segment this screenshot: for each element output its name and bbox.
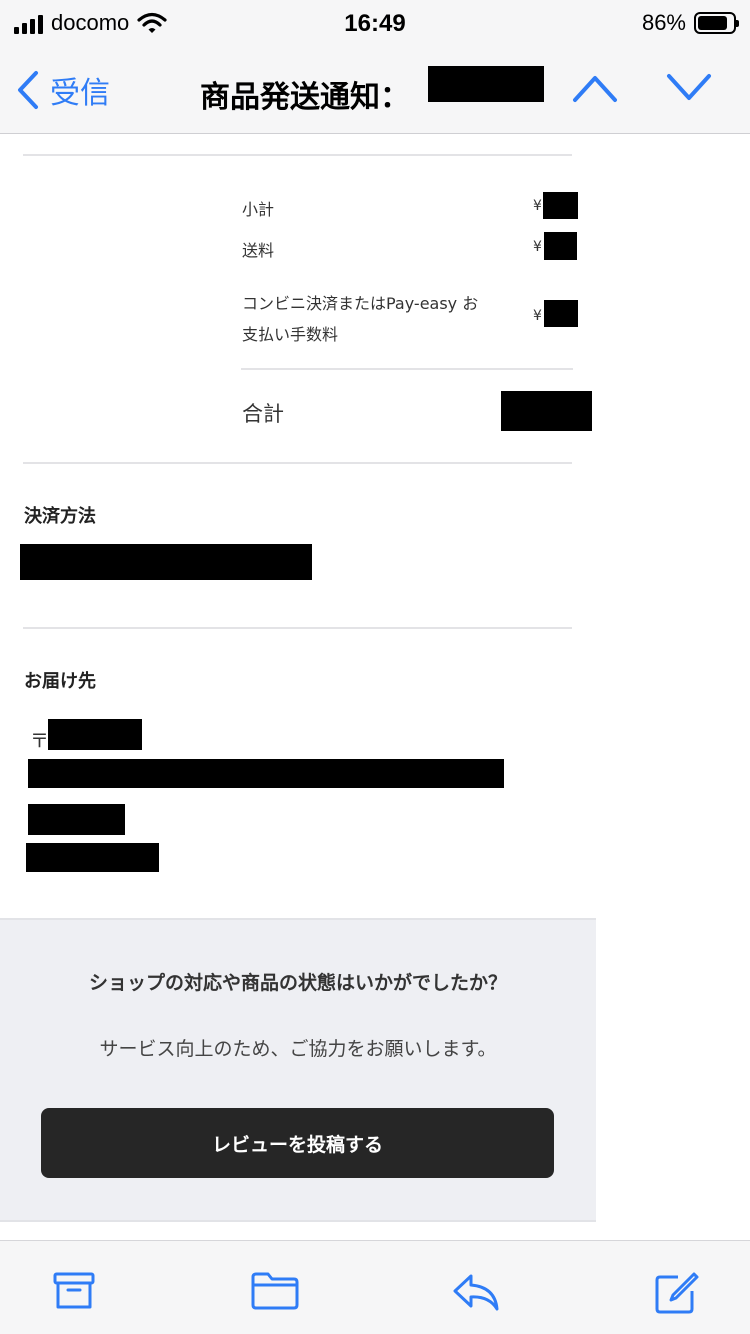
postal-mark: 〒	[30, 730, 50, 752]
review-question: ショップの対応や商品の状態はいかがでしたか？	[88, 972, 507, 994]
compose-icon[interactable]	[654, 1271, 700, 1315]
archive-icon[interactable]	[52, 1271, 96, 1311]
total-label: 合計	[242, 402, 284, 426]
post-review-button[interactable]: レビューを投稿する	[41, 1108, 554, 1178]
chevron-up-icon[interactable]	[572, 72, 618, 104]
status-bar: docomo 16:49 86%	[0, 0, 750, 50]
review-subtext: サービス向上のため、ご協力をお願いします。	[99, 1038, 497, 1060]
fee-label-line2: 支払い手数料	[242, 325, 339, 344]
shipping-currency: ¥	[533, 239, 542, 255]
payment-method-title: 決済方法	[24, 506, 96, 527]
delivery-address-title: お届け先	[24, 671, 96, 692]
redacted-subtotal	[543, 192, 578, 219]
folder-icon[interactable]	[250, 1271, 300, 1311]
redacted-phone	[26, 843, 159, 872]
subtotal-currency: ¥	[533, 198, 542, 214]
fee-label-line1: コンビニ決済またはPay-easy お	[242, 294, 479, 313]
battery-icon	[694, 12, 739, 34]
message-subject: 商品発送通知：	[200, 80, 410, 115]
redacted-subject	[428, 66, 544, 102]
reply-icon[interactable]	[451, 1271, 501, 1313]
mail-screen: docomo 16:49 86% 受信 商品発送通知： 小計 ¥ 送料 ¥ コン…	[0, 0, 750, 1334]
battery-level	[698, 16, 728, 30]
fee-currency: ¥	[533, 308, 542, 324]
chevron-down-icon[interactable]	[666, 72, 712, 104]
review-prompt: ショップの対応や商品の状態はいかがでしたか？ サービス向上のため、ご協力をお願い…	[0, 918, 596, 1222]
battery-percentage: 86%	[641, 10, 686, 35]
redacted-payment-method	[20, 544, 312, 580]
back-button[interactable]: 受信	[16, 68, 110, 112]
redacted-address	[28, 759, 504, 788]
back-label: 受信	[50, 76, 110, 111]
redacted-shipping	[544, 232, 577, 260]
redacted-postal-code	[48, 719, 142, 750]
bottom-toolbar	[0, 1240, 750, 1334]
divider	[241, 368, 573, 370]
divider	[23, 462, 572, 464]
shipping-label: 送料	[242, 241, 275, 260]
divider	[23, 154, 572, 156]
navigation-bar: 受信 商品発送通知：	[0, 50, 750, 134]
subtotal-label: 小計	[242, 200, 275, 219]
redacted-total	[501, 391, 592, 431]
chevron-left-icon	[18, 71, 38, 109]
message-body: 小計 ¥ 送料 ¥ コンビニ決済またはPay-easy お 支払い手数料 ¥ 合…	[0, 134, 750, 1240]
redacted-recipient-name	[28, 804, 125, 835]
divider	[23, 627, 572, 629]
status-time: 16:49	[344, 10, 406, 37]
status-right: 86%	[641, 10, 739, 36]
redacted-fee	[544, 300, 578, 327]
